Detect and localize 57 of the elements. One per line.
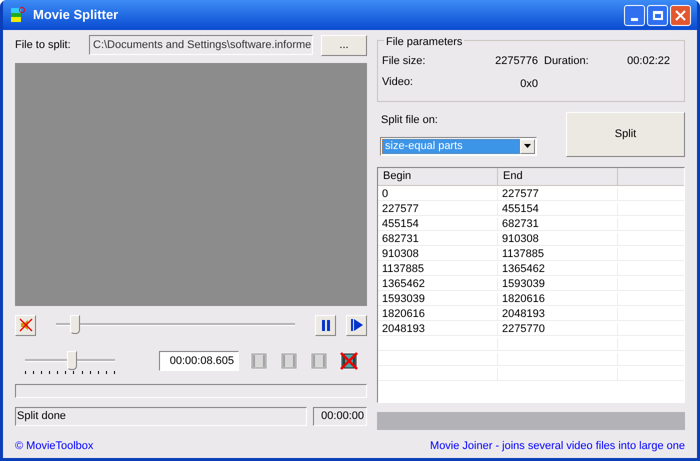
group-title: File parameters — [384, 34, 464, 50]
table-cell: 682731 — [498, 218, 618, 230]
file-path-field[interactable]: C:\Documents and Settings\software.informe — [89, 35, 313, 55]
table-cell: 2275770 — [498, 323, 618, 335]
browse-button[interactable]: ... — [321, 34, 367, 56]
table-cell: 1137885 — [378, 263, 498, 275]
minimize-button[interactable] — [624, 4, 645, 26]
file-size-value: 2275776 — [494, 54, 538, 69]
split-button[interactable]: Split — [566, 112, 685, 157]
table-cell: 1137885 — [498, 248, 618, 260]
duration-value: 00:02:22 — [627, 54, 670, 69]
table-cell: 1820616 — [498, 293, 618, 305]
window-title: Movie Splitter — [33, 6, 118, 24]
close-button[interactable] — [670, 4, 691, 26]
table-cell: 1593039 — [498, 278, 618, 290]
maximize-button[interactable] — [647, 4, 668, 26]
table-cell: 2048193 — [378, 323, 498, 335]
film-icon[interactable] — [279, 351, 299, 371]
movie-joiner-link[interactable]: Movie Joiner - joins several video files into large one — [430, 438, 685, 454]
table-cell: 455154 — [498, 203, 618, 215]
table-cell: 1365462 — [378, 278, 498, 290]
table-cell: 2048193 — [498, 308, 618, 320]
slider-thumb[interactable] — [70, 315, 80, 334]
play-button[interactable] — [346, 314, 367, 336]
table-cell: 227577 — [498, 188, 618, 200]
status-message: Split done — [15, 407, 307, 426]
mute-button[interactable] — [15, 314, 36, 336]
table-cell: 227577 — [378, 203, 498, 215]
movietoolbox-link[interactable]: © MovieToolbox — [15, 438, 94, 454]
film-icon[interactable] — [309, 351, 329, 371]
table-cell: 455154 — [378, 218, 498, 230]
video-value: 0x0 — [519, 76, 538, 92]
film-icon — [9, 7, 25, 23]
time-field[interactable]: 00:00:08.605 — [159, 351, 239, 371]
field-label: Video: — [382, 74, 414, 90]
column-header[interactable]: Begin — [378, 168, 498, 185]
play-icon[interactable] — [350, 319, 362, 331]
caret-icon[interactable] — [520, 138, 535, 154]
status-time: 00:00:00 — [313, 407, 367, 426]
field-label: File to split: — [15, 38, 72, 53]
slider-thumb[interactable] — [66, 351, 77, 370]
pause-button[interactable] — [315, 314, 336, 336]
table-cell: 0 — [378, 188, 498, 200]
table-cell: 1820616 — [378, 308, 498, 320]
close-icon[interactable] — [675, 10, 686, 20]
volume-slider[interactable] — [25, 350, 115, 372]
table-cell: 682731 — [378, 233, 498, 245]
column-header[interactable]: End — [498, 168, 618, 185]
field-label: File size: — [382, 54, 426, 69]
field-label: Duration: — [544, 54, 589, 69]
position-slider[interactable] — [56, 314, 295, 336]
table-cell: 1365462 — [498, 263, 618, 275]
table-cell: 910308 — [498, 233, 618, 245]
field-label: Split file on: — [380, 113, 439, 128]
table-cell: 910308 — [378, 248, 498, 260]
film-cross-icon[interactable] — [339, 351, 359, 371]
table-cell: 1593039 — [378, 293, 498, 305]
